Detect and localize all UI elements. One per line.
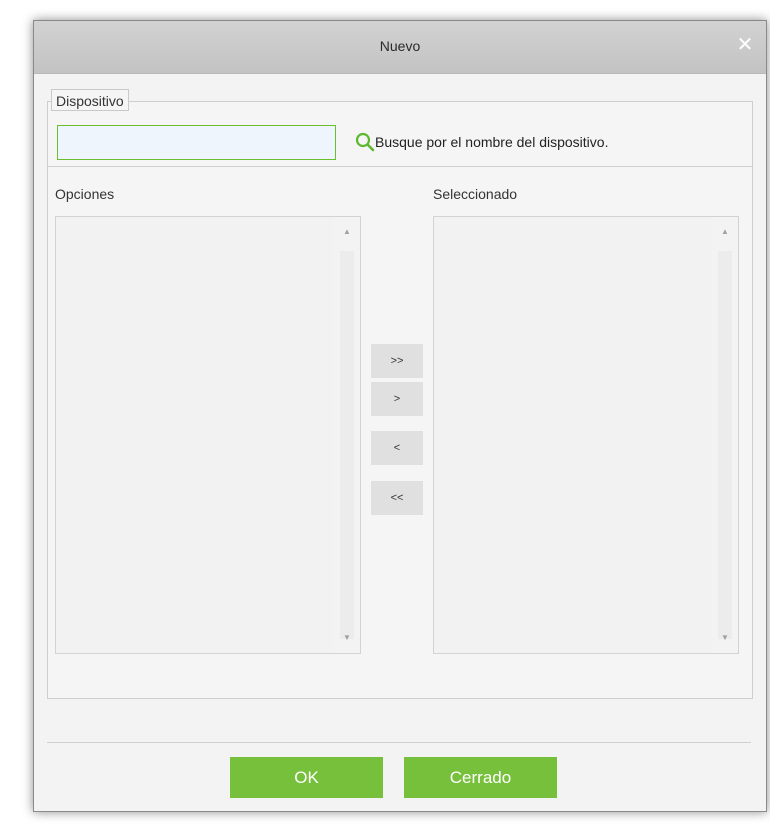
- options-scrollbar[interactable]: ▲ ▼: [334, 217, 360, 653]
- device-legend: Dispositivo: [51, 89, 129, 111]
- remove-all-button[interactable]: <<: [371, 481, 423, 515]
- dialog-titlebar[interactable]: Nuevo ✕: [34, 21, 766, 74]
- selected-scrollbar[interactable]: ▲ ▼: [712, 217, 738, 653]
- search-icon[interactable]: [355, 132, 375, 152]
- options-listbox[interactable]: ▲ ▼: [55, 216, 361, 654]
- add-all-button[interactable]: >>: [371, 344, 423, 378]
- device-search-input[interactable]: [57, 125, 336, 160]
- scroll-down-arrow-icon[interactable]: ▼: [342, 633, 352, 643]
- scroll-down-arrow-icon[interactable]: ▼: [720, 633, 730, 643]
- selected-listbox[interactable]: ▲ ▼: [433, 216, 739, 654]
- add-one-button[interactable]: >: [371, 382, 423, 416]
- selected-scroll-track[interactable]: [718, 251, 732, 639]
- dialog-body: Dispositivo Busque por el nombre del dis…: [34, 74, 766, 811]
- dialog-title: Nuevo: [379, 38, 421, 54]
- options-label: Opciones: [55, 186, 115, 202]
- search-hint-text: Busque por el nombre del dispositivo.: [375, 134, 609, 150]
- scroll-up-arrow-icon[interactable]: ▲: [342, 227, 352, 237]
- close-icon[interactable]: ✕: [734, 34, 756, 56]
- close-button[interactable]: Cerrado: [404, 757, 557, 798]
- options-scroll-track[interactable]: [340, 251, 354, 639]
- new-dialog: Nuevo ✕ Dispositivo Busque por el nombre…: [33, 20, 767, 812]
- scroll-up-arrow-icon[interactable]: ▲: [720, 227, 730, 237]
- selected-label: Seleccionado: [433, 186, 518, 202]
- section-divider: [48, 166, 753, 167]
- remove-one-button[interactable]: <: [371, 431, 423, 465]
- footer-divider: [47, 742, 751, 743]
- ok-button[interactable]: OK: [230, 757, 383, 798]
